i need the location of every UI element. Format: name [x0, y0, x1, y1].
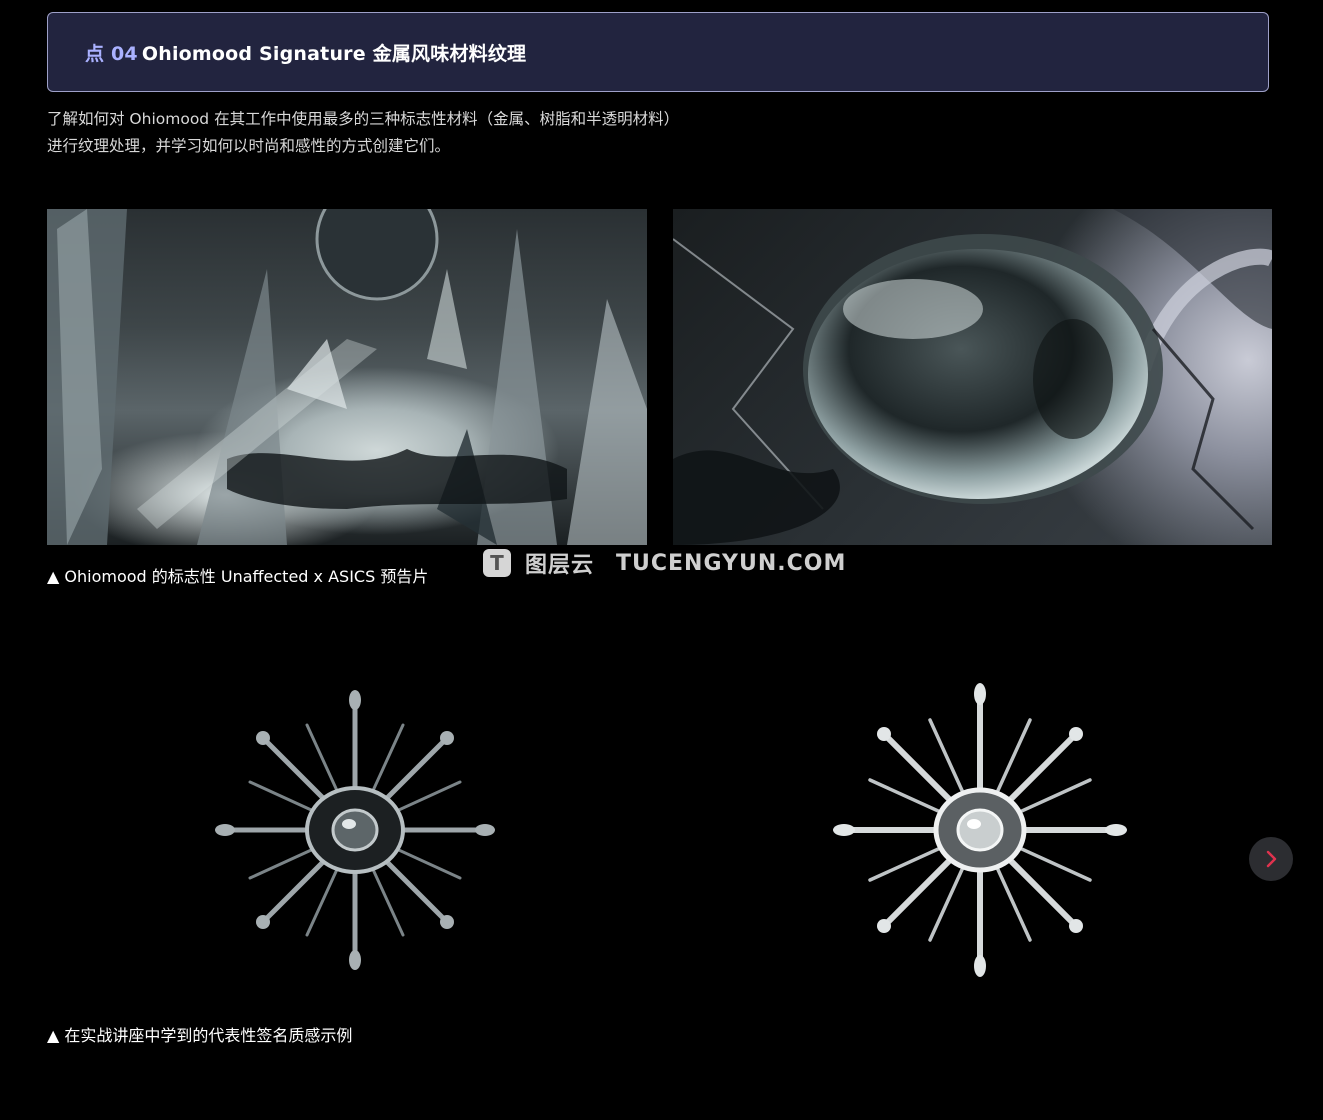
description-line-1: 了解如何对 Ohiomood 在其工作中使用最多的三种标志性材料（金属、树脂和半…	[47, 110, 680, 128]
carousel-next-button[interactable]	[1249, 837, 1293, 881]
teaser-caption: ▲ Ohiomood 的标志性 Unaffected x ASICS 预告片	[47, 567, 429, 586]
ornament-image-dark-metal	[215, 690, 495, 970]
section-header: 点 04 Ohiomood Signature 金属风味材料纹理	[47, 12, 1269, 92]
section-title: 点 04 Ohiomood Signature 金属风味材料纹理	[85, 39, 526, 66]
chevron-right-icon	[1266, 850, 1277, 868]
watermark-logo-icon: T	[483, 549, 511, 577]
glass-orb-illustration	[673, 209, 1272, 545]
section-title-text: Ohiomood Signature 金属风味材料纹理	[141, 42, 527, 65]
teaser-image-crystal-cave	[47, 209, 647, 545]
watermark-en-text: TUCENGYUN.COM	[616, 550, 847, 576]
ornament-image-silver-metal	[833, 683, 1127, 977]
section-description: 了解如何对 Ohiomood 在其工作中使用最多的三种标志性材料（金属、树脂和半…	[47, 106, 807, 160]
point-number: 点 04	[85, 42, 138, 65]
watermark-cn-text: 图层云	[525, 553, 595, 578]
watermark: T 图层云 TUCENGYUN.COM	[483, 547, 846, 579]
crystal-cave-illustration	[47, 209, 647, 545]
description-line-2: 进行纹理处理，并学习如何以时尚和感性的方式创建它们。	[47, 137, 451, 155]
examples-caption: ▲ 在实战讲座中学到的代表性签名质感示例	[47, 1026, 353, 1045]
teaser-image-glass-orb	[673, 209, 1272, 545]
